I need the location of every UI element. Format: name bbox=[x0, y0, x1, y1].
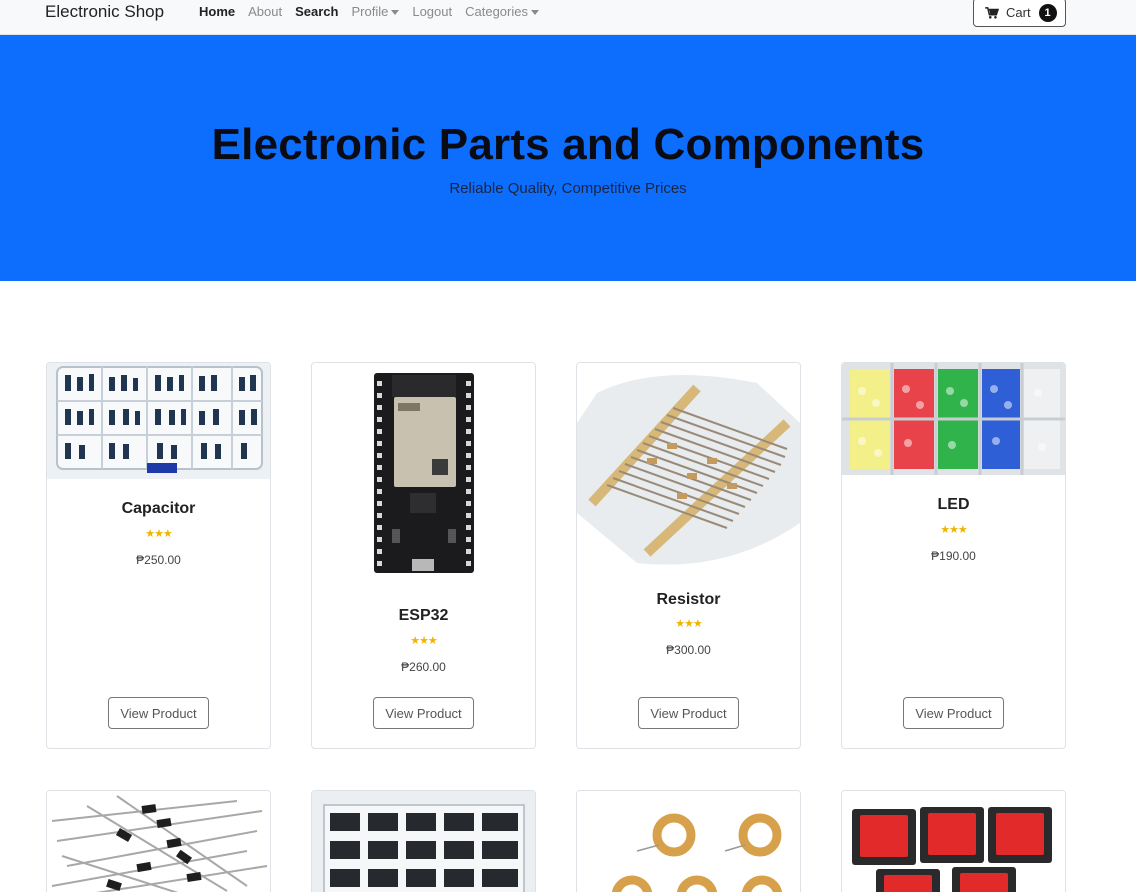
cart-label: Cart bbox=[1006, 5, 1031, 20]
nav-search-link[interactable]: Search bbox=[295, 4, 338, 19]
rating-stars-icon: ★★★ bbox=[145, 528, 173, 540]
hero-title: Electronic Parts and Components bbox=[211, 120, 925, 169]
transistor-product-image bbox=[312, 791, 535, 892]
product-price: ₱190.00 bbox=[931, 549, 976, 563]
product-name: LED bbox=[937, 496, 970, 513]
nav-profile-label: Profile bbox=[351, 4, 389, 19]
product-price: ₱260.00 bbox=[401, 660, 446, 674]
product-card-inductor bbox=[576, 790, 801, 892]
nav-categories-dropdown[interactable]: Categories bbox=[465, 4, 539, 19]
inductor-product-image bbox=[577, 791, 800, 892]
resistor-product-image bbox=[577, 363, 800, 569]
product-card-capacitor: Capacitor ★★★ ₱250.00 View Product bbox=[46, 362, 271, 749]
nav-logout-link[interactable]: Logout bbox=[412, 4, 452, 19]
top-navbar: Electronic Shop Home About Search Profil… bbox=[0, 0, 1136, 35]
caret-down-icon bbox=[391, 10, 400, 16]
led-product-image bbox=[842, 363, 1065, 475]
product-price: ₱300.00 bbox=[666, 643, 711, 657]
product-name: Capacitor bbox=[121, 500, 196, 517]
view-product-button[interactable]: View Product bbox=[373, 697, 474, 729]
rating-stars-icon: ★★★ bbox=[940, 524, 968, 536]
cart-icon bbox=[985, 6, 999, 19]
nav-home-link[interactable]: Home bbox=[199, 4, 235, 19]
nav-categories-label: Categories bbox=[465, 4, 528, 19]
diode-product-image bbox=[47, 791, 270, 892]
product-card-esp32: ESP32 ★★★ ₱260.00 View Product bbox=[311, 362, 536, 749]
esp32-product-image bbox=[312, 363, 535, 583]
product-price: ₱250.00 bbox=[136, 553, 181, 567]
hero-banner: Electronic Parts and Components Reliable… bbox=[0, 35, 1136, 281]
view-product-button[interactable]: View Product bbox=[638, 697, 739, 729]
rating-stars-icon: ★★★ bbox=[675, 618, 703, 630]
brand-link[interactable]: Electronic Shop bbox=[45, 2, 164, 22]
product-card-transistor bbox=[311, 790, 536, 892]
capacitor-product-image bbox=[47, 363, 270, 479]
product-card-rocker-switch bbox=[841, 790, 1066, 892]
caret-down-icon bbox=[530, 10, 539, 16]
cart-count-badge: 1 bbox=[1038, 3, 1057, 22]
view-product-button[interactable]: View Product bbox=[903, 697, 1004, 729]
product-name: Resistor bbox=[656, 591, 721, 608]
rocker-switch-product-image bbox=[842, 791, 1065, 892]
product-card-led: LED ★★★ ₱190.00 View Product bbox=[841, 362, 1066, 749]
product-card-resistor: Resistor ★★★ ₱300.00 View Product bbox=[576, 362, 801, 749]
nav-about-link[interactable]: About bbox=[248, 4, 282, 19]
view-product-button[interactable]: View Product bbox=[108, 697, 209, 729]
rating-stars-icon: ★★★ bbox=[410, 635, 438, 647]
nav-profile-dropdown[interactable]: Profile bbox=[351, 4, 400, 19]
nav-links: Home About Search Profile Logout Categor… bbox=[199, 4, 552, 19]
cart-button[interactable]: Cart 1 bbox=[973, 0, 1066, 27]
product-name: ESP32 bbox=[398, 607, 449, 624]
product-card-diode bbox=[46, 790, 271, 892]
hero-subtitle: Reliable Quality, Competitive Prices bbox=[449, 180, 687, 197]
